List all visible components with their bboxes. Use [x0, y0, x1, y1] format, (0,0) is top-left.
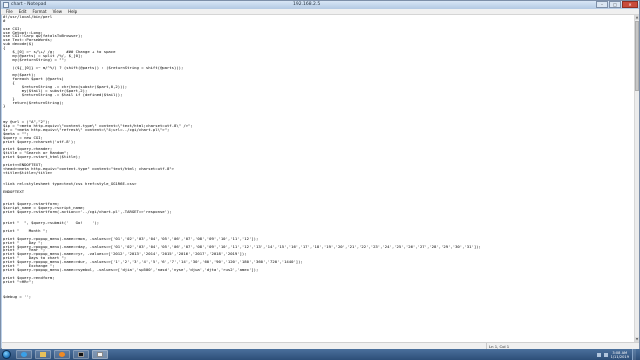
taskbar-pinned-apps: [16, 350, 108, 359]
menu-edit[interactable]: Edit: [16, 9, 30, 15]
command-prompt-icon: [78, 352, 84, 357]
remote-host-label: 192.168.2.5: [293, 2, 321, 7]
scroll-up-icon[interactable]: ▲: [635, 15, 639, 20]
taskbar-cmd[interactable]: [73, 350, 89, 359]
text-editor-area[interactable]: #!/usr/local/bin/perl # use CGI; use Getopt…: [2, 15, 634, 342]
menu-file[interactable]: File: [3, 9, 16, 15]
folder-icon: [40, 352, 46, 357]
menu-help[interactable]: Help: [65, 9, 80, 15]
notepad-icon: [97, 352, 103, 357]
maximize-button[interactable]: □: [609, 1, 621, 8]
taskbar-media[interactable]: [54, 350, 70, 359]
volume-icon[interactable]: [603, 352, 608, 357]
network-icon[interactable]: [596, 352, 601, 357]
taskbar-browser[interactable]: [16, 350, 32, 359]
show-desktop-button[interactable]: [632, 349, 636, 360]
media-player-icon: [59, 352, 65, 357]
clock-time: 3:08 AM: [612, 350, 628, 355]
notepad-window: chart - Notepad 192.168.2.5 – □ ✕ File E…: [0, 0, 640, 350]
clock-date: 1/11/2019: [610, 354, 629, 359]
code-text[interactable]: #!/usr/local/bin/perl # use CGI; use Getopt…: [3, 15, 631, 342]
system-tray: 3:08 AM 1/11/2019: [596, 349, 636, 360]
taskbar: 3:08 AM 1/11/2019: [0, 349, 640, 360]
menu-format[interactable]: Format: [29, 9, 49, 15]
vertical-scrollbar[interactable]: ▲ ▼: [634, 15, 639, 342]
browser-icon: [21, 352, 27, 357]
notepad-app-icon: [3, 2, 9, 8]
taskbar-explorer[interactable]: [35, 350, 51, 359]
status-bar: Ln 1, Col 1: [2, 342, 639, 350]
taskbar-notepad[interactable]: [92, 350, 108, 359]
start-button[interactable]: [2, 350, 11, 359]
clock[interactable]: 3:08 AM 1/11/2019: [611, 351, 629, 359]
window-controls: – □ ✕: [596, 1, 638, 9]
menu-view[interactable]: View: [50, 9, 66, 15]
scrollbar-thumb[interactable]: [635, 21, 639, 91]
minimize-button[interactable]: –: [596, 1, 608, 8]
close-button[interactable]: ✕: [622, 1, 638, 8]
title-bar[interactable]: chart - Notepad 192.168.2.5 – □ ✕: [1, 1, 639, 9]
